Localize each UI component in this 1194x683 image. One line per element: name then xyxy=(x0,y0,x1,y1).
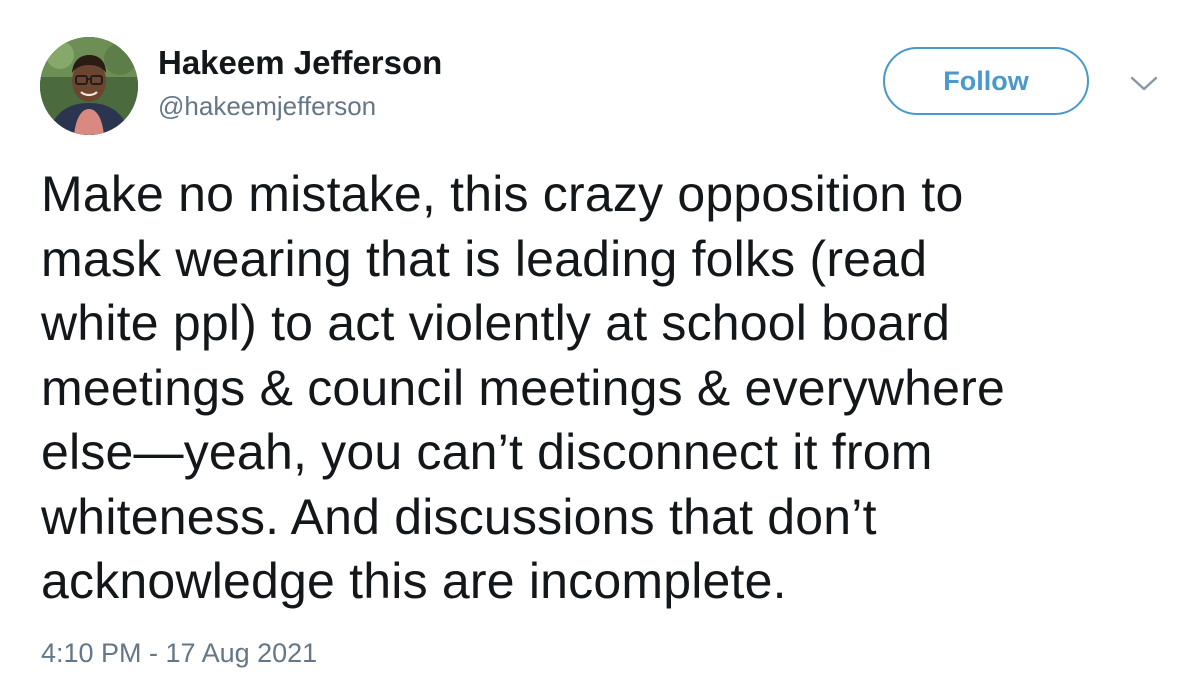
tweet-card: Hakeem Jefferson @hakeemjefferson Follow… xyxy=(0,0,1194,683)
tweet-text: Make no mistake, this crazy opposition t… xyxy=(41,166,1006,609)
profile-photo-icon xyxy=(40,37,138,135)
tweet-timestamp[interactable]: 4:10 PM - 17 Aug 2021 xyxy=(41,636,317,670)
tweet-menu-button[interactable] xyxy=(1124,72,1164,96)
author-handle[interactable]: @hakeemjefferson xyxy=(158,89,376,123)
author-display-name[interactable]: Hakeem Jefferson xyxy=(158,43,442,83)
avatar[interactable] xyxy=(40,37,138,135)
follow-button[interactable]: Follow xyxy=(883,47,1089,115)
chevron-down-icon xyxy=(1130,76,1158,91)
